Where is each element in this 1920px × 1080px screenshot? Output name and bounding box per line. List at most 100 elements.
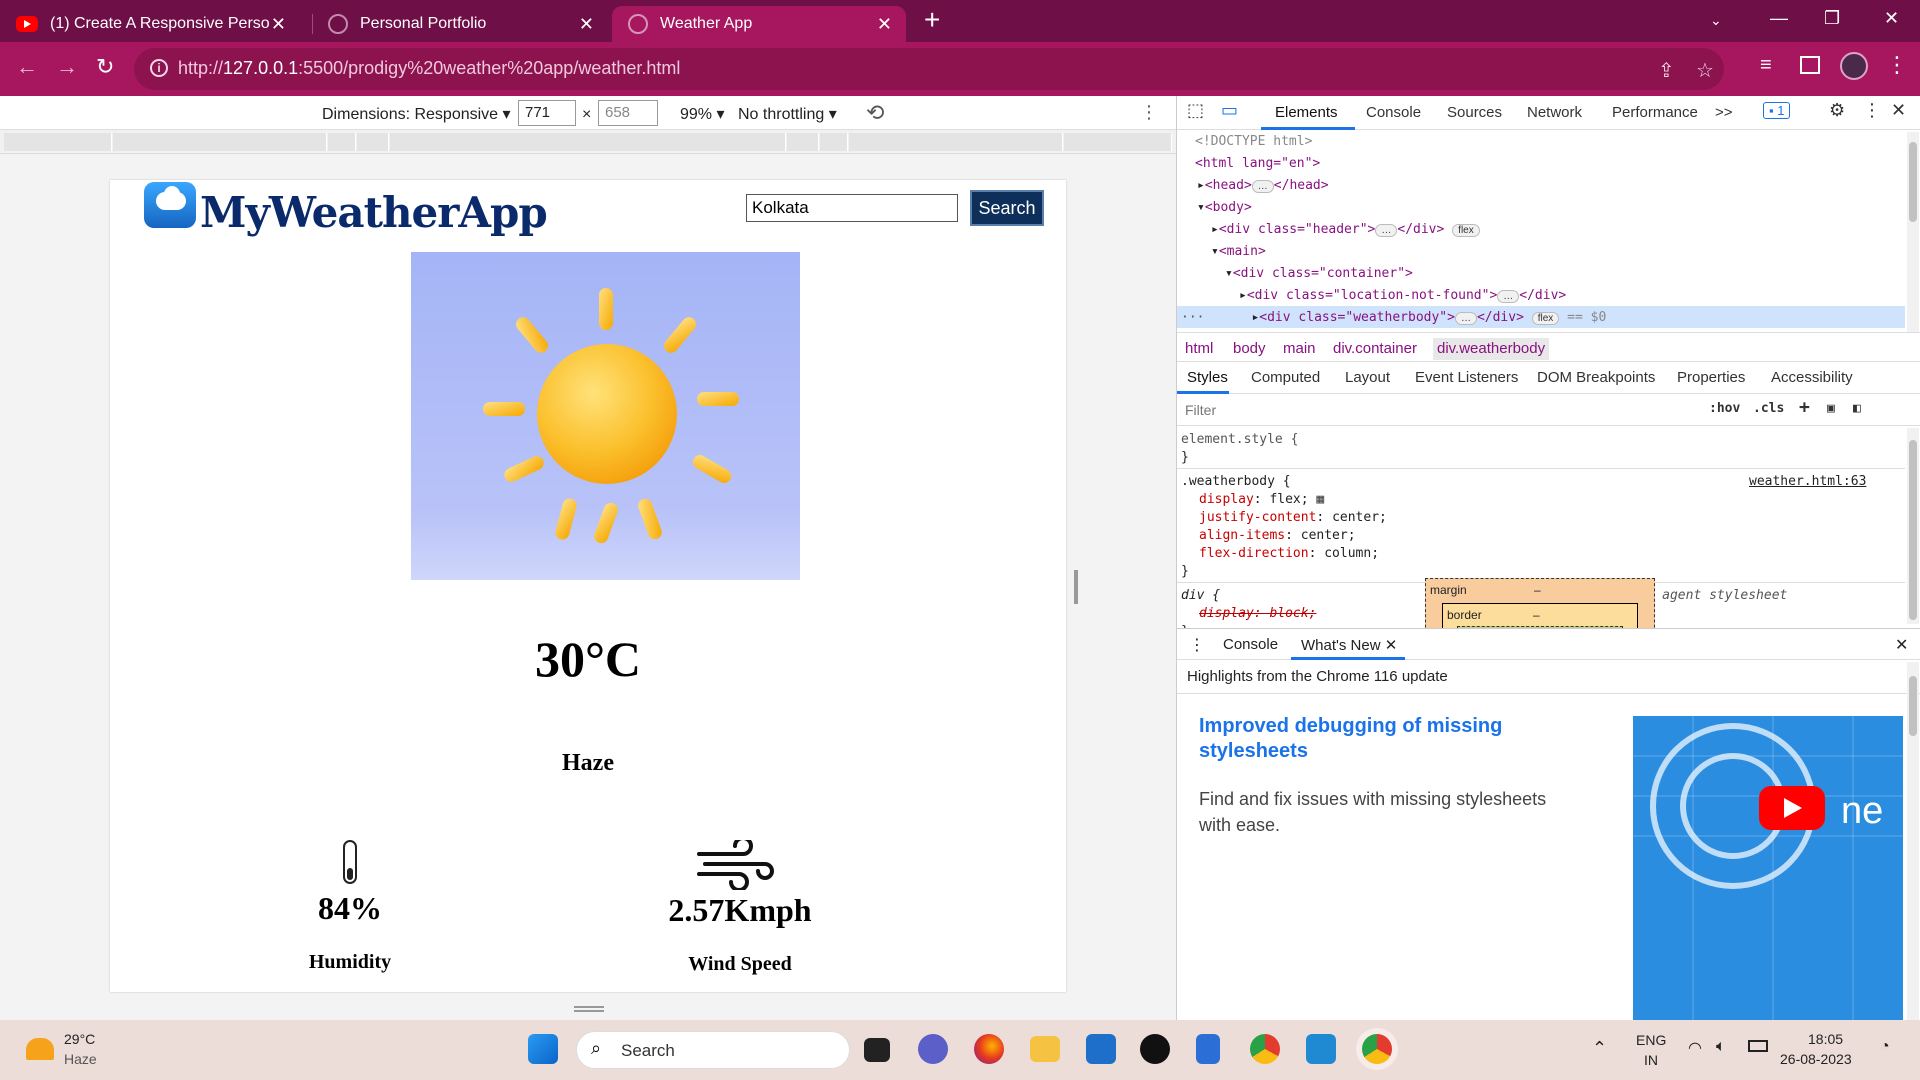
drawer-tab-console[interactable]: Console <box>1223 636 1278 653</box>
whats-new-heading-link[interactable]: Improved debugging of missing stylesheet… <box>1199 714 1539 764</box>
vscode-icon[interactable] <box>1306 1034 1336 1064</box>
close-tab-icon[interactable]: ✕ <box>1385 637 1398 654</box>
subtab-layout[interactable]: Layout <box>1345 369 1390 386</box>
input-language-bottom[interactable]: IN <box>1644 1052 1658 1068</box>
tab-youtube[interactable]: (1) Create A Responsive Personal ✕ <box>0 6 300 42</box>
paint-icon[interactable]: ▣ <box>1827 401 1835 416</box>
media-controls-icon[interactable]: ≡ <box>1760 54 1772 77</box>
clock-time[interactable]: 18:05 <box>1808 1031 1843 1047</box>
device-toggle-icon[interactable]: ▭ <box>1221 100 1238 121</box>
search-button[interactable]: Search <box>970 190 1044 226</box>
div-ua-selector[interactable]: div { <box>1181 588 1220 603</box>
tab-sources[interactable]: Sources <box>1447 104 1502 121</box>
close-window-button[interactable]: ✕ <box>1884 8 1899 29</box>
element-style-selector[interactable]: element.style { <box>1181 432 1298 447</box>
css-declaration[interactable]: align-items: center; <box>1199 528 1356 543</box>
drawer-menu-icon[interactable]: ⋮ <box>1189 635 1205 655</box>
tree-weatherbody-div[interactable]: ··· ▸<div class="weatherbody">… </div> fl… <box>1181 310 1606 325</box>
file-explorer-icon[interactable] <box>1030 1036 1060 1062</box>
close-tab-icon[interactable]: ✕ <box>877 14 892 35</box>
chat-icon[interactable] <box>918 1034 948 1064</box>
more-tabs-button[interactable]: >> <box>1715 104 1733 121</box>
tree-doctype[interactable]: <!DOCTYPE html> <box>1195 134 1312 149</box>
viewport-height-input[interactable]: 658 <box>598 100 658 126</box>
task-view-icon[interactable] <box>864 1038 890 1062</box>
settings-gear-icon[interactable]: ⚙ <box>1829 100 1845 121</box>
battery-icon[interactable] <box>1748 1040 1768 1052</box>
breadcrumb-main[interactable]: main <box>1283 340 1316 357</box>
input-language-top[interactable]: ENG <box>1636 1032 1666 1048</box>
styles-scrollbar[interactable] <box>1907 428 1919 624</box>
drawer-scrollbar[interactable] <box>1907 662 1919 1020</box>
back-arrow-icon[interactable]: ← <box>16 54 38 80</box>
tab-personal-portfolio[interactable]: Personal Portfolio ✕ <box>312 6 608 42</box>
show-hidden-icons-chevron-icon[interactable]: ⌃ <box>1592 1038 1607 1059</box>
flexbox-editor-icon[interactable]: ▦ <box>1316 492 1324 507</box>
new-rule-button[interactable]: + <box>1799 397 1810 418</box>
breadcrumb-container[interactable]: div.container <box>1333 340 1417 357</box>
minimize-button[interactable]: — <box>1770 8 1788 29</box>
tree-main[interactable]: ▾<main> <box>1211 244 1266 259</box>
css-declaration[interactable]: display: flex; ▦ <box>1199 492 1324 507</box>
rotate-icon[interactable]: ⟲ <box>866 100 884 126</box>
whats-new-video-thumbnail[interactable]: ne <box>1633 716 1903 1020</box>
styles-filter-input[interactable]: Filter <box>1185 402 1216 418</box>
close-tab-icon[interactable]: ✕ <box>579 14 594 35</box>
breadcrumb-html[interactable]: html <box>1185 340 1213 357</box>
hover-state-toggle[interactable]: :hov <box>1709 401 1740 416</box>
city-search-input[interactable] <box>746 194 958 222</box>
tab-console[interactable]: Console <box>1366 104 1421 121</box>
tab-search-chevron-icon[interactable]: ⌄ <box>1710 12 1722 29</box>
chrome-active-icon[interactable] <box>1362 1034 1392 1064</box>
throttling-dropdown[interactable]: No throttling ▾ <box>738 104 837 124</box>
youtube-play-icon[interactable] <box>1759 786 1825 830</box>
tab-elements[interactable]: Elements <box>1275 104 1338 121</box>
class-toggle[interactable]: .cls <box>1753 401 1784 416</box>
subtab-computed[interactable]: Computed <box>1251 369 1320 386</box>
zoom-dropdown[interactable]: 99% ▾ <box>680 104 725 124</box>
subtab-dom-breakpoints[interactable]: DOM Breakpoints <box>1537 369 1655 386</box>
media-query-ruler[interactable] <box>0 130 1176 154</box>
dom-tree-scrollbar[interactable] <box>1907 132 1919 332</box>
tab-weather-app[interactable]: Weather App ✕ <box>612 6 906 42</box>
dimensions-dropdown[interactable]: Dimensions: Responsive ▾ <box>322 104 511 124</box>
subtab-properties[interactable]: Properties <box>1677 369 1745 386</box>
computed-sidebar-icon[interactable]: ◧ <box>1853 401 1861 416</box>
url-text[interactable]: http://127.0.0.1:5500/prodigy%20weather%… <box>178 58 680 79</box>
viewport-resize-handle[interactable] <box>1074 570 1078 604</box>
subtab-event-listeners[interactable]: Event Listeners <box>1415 369 1518 386</box>
weatherbody-selector[interactable]: .weatherbody { <box>1181 474 1291 489</box>
new-tab-button[interactable]: + <box>924 4 940 36</box>
subtab-accessibility[interactable]: Accessibility <box>1771 369 1853 386</box>
tab-network[interactable]: Network <box>1527 104 1582 121</box>
tree-html[interactable]: <html lang="en"> <box>1195 156 1320 171</box>
volume-icon[interactable]: 🔈︎ <box>1716 1038 1726 1056</box>
site-info-icon[interactable]: i <box>150 59 168 77</box>
inspect-element-icon[interactable]: ⬚ <box>1187 100 1204 121</box>
wifi-icon[interactable]: ◠ <box>1688 1038 1702 1058</box>
device-toolbar-menu-icon[interactable]: ⋮ <box>1140 102 1158 123</box>
firefox-icon[interactable] <box>974 1034 1004 1064</box>
subtab-styles[interactable]: Styles <box>1187 369 1228 386</box>
tree-body[interactable]: ▾<body> <box>1197 200 1252 215</box>
browser-menu-icon[interactable]: ⋮ <box>1886 52 1908 78</box>
breadcrumb-body[interactable]: body <box>1233 340 1266 357</box>
viewport-width-input[interactable]: 771 <box>518 100 576 126</box>
tree-container-div[interactable]: ▾<div class="container"> <box>1225 266 1413 281</box>
restore-button[interactable]: ❐ <box>1824 8 1840 29</box>
css-declaration[interactable]: flex-direction: column; <box>1199 546 1379 561</box>
side-panel-icon[interactable] <box>1800 56 1820 74</box>
profile-avatar[interactable] <box>1840 52 1868 80</box>
clock-date[interactable]: 26-08-2023 <box>1780 1051 1852 1067</box>
bookmark-star-icon[interactable]: ☆ <box>1696 58 1714 83</box>
notepad-icon[interactable] <box>1196 1034 1220 1064</box>
taskbar-search-box[interactable]: ⌕ Search <box>576 1031 850 1069</box>
share-icon[interactable]: ⇪ <box>1658 58 1675 83</box>
breadcrumb-weatherbody[interactable]: div.weatherbody <box>1433 338 1550 360</box>
bottom-resize-handle[interactable] <box>574 1006 604 1012</box>
issues-badge[interactable]: ▪ 1 <box>1763 102 1791 119</box>
tree-header-div[interactable]: ▸<div class="header">… </div> flex <box>1211 222 1480 237</box>
tree-head[interactable]: ▸<head>… </head> <box>1197 178 1329 193</box>
notifications-icon[interactable]: ◔ <box>1880 1038 1890 1056</box>
url-omnibox[interactable]: i http://127.0.0.1:5500/prodigy%20weathe… <box>134 48 1724 90</box>
